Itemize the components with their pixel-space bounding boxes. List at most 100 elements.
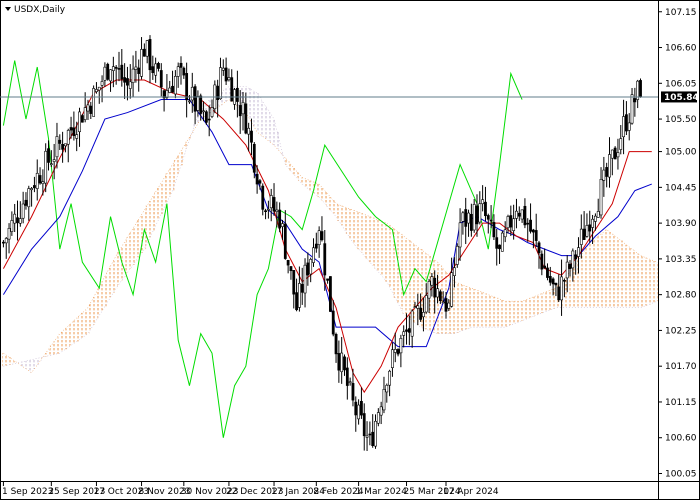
candle-body [360, 400, 363, 416]
candle-body [2, 241, 5, 244]
kumo-segment [47, 349, 51, 356]
kumo-segment [534, 295, 538, 316]
candle-body [593, 215, 597, 222]
candle-body [422, 311, 425, 318]
candle-body [577, 247, 580, 257]
candle-body [18, 218, 22, 224]
candle-body [436, 288, 439, 298]
candle-body [4, 238, 8, 244]
kumo-segment [613, 236, 617, 308]
candle-body [314, 243, 318, 249]
kumo-segment [630, 249, 634, 308]
kumo-segment [464, 285, 468, 330]
candle-body [320, 231, 324, 241]
candle-body [469, 213, 473, 231]
candle-body [495, 237, 499, 249]
candle-body [562, 279, 566, 282]
kumo-segment [95, 292, 99, 321]
kumo-segment [69, 323, 73, 346]
kumo-segment [650, 259, 654, 304]
kumo-segment [405, 238, 409, 317]
candle-body [413, 306, 417, 309]
kumo-segment [523, 300, 527, 320]
kumo-segment [385, 223, 389, 282]
chart-container: 107.15 106.60 106.05 105.50 105.00 104.45 103.… [0, 0, 700, 500]
kumo-segment [653, 261, 657, 303]
candle-body [354, 401, 358, 416]
candle-body [157, 63, 160, 69]
candle-body [588, 224, 592, 232]
kumo-segment [66, 325, 70, 348]
candle-body [100, 81, 104, 86]
kumo-segment [402, 236, 406, 315]
candle-body [326, 278, 329, 281]
candle-body [345, 367, 349, 386]
candle-body [252, 143, 256, 173]
kumo-segment [469, 288, 474, 328]
kumo-segment [281, 153, 285, 155]
candle-body [551, 278, 555, 285]
candle-body [154, 63, 158, 76]
kumo-segment [320, 187, 324, 201]
candle-body [286, 259, 290, 266]
kumo-segment [619, 240, 623, 308]
candle-body [27, 188, 31, 208]
candle-body [64, 143, 67, 147]
candle-body [134, 66, 138, 70]
kumo-segment [303, 178, 307, 187]
last-price-label: 105.84 [664, 93, 699, 103]
kumo-segment [44, 353, 48, 357]
chart-title-text: USDX,Daily [14, 5, 66, 15]
kumo-segment [286, 161, 290, 168]
kumo-segment [608, 231, 612, 308]
candle-body [627, 122, 631, 131]
kumo-segment [546, 291, 550, 311]
kumo-segment [627, 246, 631, 308]
candle-body [410, 310, 414, 337]
kumo-segment [7, 357, 11, 365]
candle-body [540, 253, 544, 270]
x-tick-label: 1 Mar 2024 [356, 487, 408, 497]
candle-body [512, 218, 516, 231]
kumo-segment [492, 296, 496, 328]
candle-body [557, 286, 561, 301]
kumo-segment [461, 284, 465, 331]
candle-body [630, 94, 634, 124]
candle-body [407, 328, 411, 333]
candle-body [264, 210, 267, 212]
kumo-segment [509, 301, 513, 326]
candle-body [72, 127, 76, 137]
candle-body [21, 203, 25, 219]
candle-body [142, 48, 146, 57]
candle-body [111, 66, 115, 71]
kumo-segment [80, 312, 85, 338]
y-tick-label: 100.05 [665, 469, 697, 479]
candle-body [306, 262, 310, 276]
candle-body [114, 66, 118, 69]
candle-body [531, 229, 535, 233]
candle-body [605, 167, 609, 177]
kumo-segment [382, 222, 386, 279]
kumo-segment [343, 206, 347, 230]
kumo-segment [610, 233, 615, 308]
chart-canvas: 107.15 106.60 106.05 105.50 105.00 104.45 103.… [0, 0, 700, 500]
kumo-segment [368, 216, 372, 263]
kumo-segment [78, 315, 82, 340]
kumo-segment [481, 292, 485, 328]
y-tick-label: 106.60 [665, 44, 697, 54]
candle-body [416, 305, 420, 309]
candle-body [238, 105, 242, 117]
kumo-segment [467, 287, 471, 329]
candle-body [610, 149, 614, 159]
candle-body [230, 77, 234, 102]
kumo-segment [106, 271, 110, 302]
candle-body [227, 77, 231, 81]
kumo-segment [472, 289, 476, 328]
candle-body [520, 209, 524, 220]
candle-body [275, 209, 279, 212]
candle-body [235, 87, 239, 102]
kumo-segment [4, 355, 8, 366]
candle-body [272, 197, 276, 212]
candle-body [300, 284, 304, 293]
candle-body [582, 228, 586, 240]
